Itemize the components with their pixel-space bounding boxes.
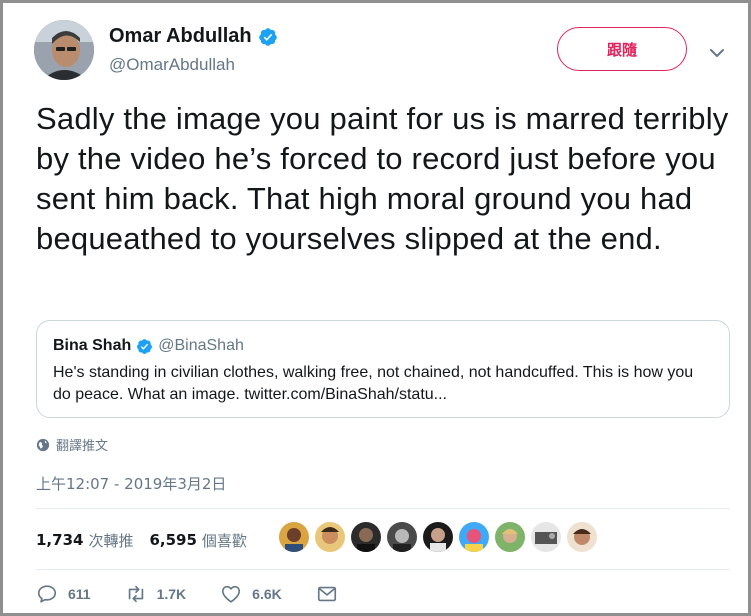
quoted-tweet-text: He's standing in civilian clothes, walki… — [53, 364, 694, 403]
author-avatar[interactable] — [34, 20, 94, 80]
tweet-card: Omar Abdullah @OmarAbdullah 跟隨 Sadly the… — [0, 0, 751, 616]
divider — [36, 508, 730, 509]
liker-avatar[interactable] — [531, 522, 561, 552]
liker-avatar[interactable] — [423, 522, 453, 552]
author-name[interactable]: Omar Abdullah — [109, 25, 278, 48]
liker-avatar[interactable] — [315, 522, 345, 552]
tweet-timestamp[interactable]: 上午12:07 - 2019年3月2日 — [36, 473, 226, 494]
like-count[interactable]: 6,595 — [149, 531, 196, 549]
reply-icon — [37, 585, 57, 603]
reply-button[interactable]: 611 — [36, 583, 91, 605]
quoted-author-handle: @BinaShah — [158, 337, 244, 354]
retweet-count[interactable]: 1,734 — [36, 531, 83, 549]
like-count-stat[interactable]: 6,595 個喜歡 — [149, 530, 246, 551]
retweet-button[interactable]: 1.7K — [125, 583, 187, 605]
retweet-count-stat[interactable]: 1,734 次轉推 — [36, 530, 133, 551]
liker-avatar[interactable] — [351, 522, 381, 552]
heart-icon — [222, 585, 241, 603]
direct-message-button[interactable] — [316, 583, 338, 605]
verified-badge-icon — [137, 338, 153, 354]
liker-avatar[interactable] — [387, 522, 417, 552]
like-action-count: 6.6K — [252, 586, 282, 602]
engagement-stats: 1,734 次轉推 6,595 個喜歡 — [36, 522, 263, 558]
like-count-label[interactable]: 個喜歡 — [202, 530, 247, 551]
retweet-icon — [128, 585, 143, 603]
translate-tweet-link[interactable]: 翻譯推文 — [36, 435, 108, 454]
like-button[interactable]: 6.6K — [220, 583, 282, 605]
retweet-action-count: 1.7K — [156, 586, 187, 602]
author-name-text[interactable]: Omar Abdullah — [109, 25, 252, 48]
liker-avatars — [279, 522, 597, 552]
tweet-text: Sadly the image you paint for us is marr… — [36, 101, 729, 256]
reply-count: 611 — [68, 586, 91, 602]
follow-button[interactable]: 跟隨 — [557, 27, 687, 71]
quoted-tweet[interactable]: Bina Shah @BinaShah He's standing in civ… — [36, 320, 730, 418]
globe-icon — [36, 438, 50, 451]
envelope-icon — [317, 586, 336, 602]
quoted-author-name: Bina Shah — [53, 337, 132, 354]
chevron-down-icon[interactable] — [707, 43, 727, 63]
liker-avatar[interactable] — [459, 522, 489, 552]
quoted-tweet-header: Bina Shah @BinaShah — [53, 337, 713, 355]
liker-avatar[interactable] — [567, 522, 597, 552]
divider — [36, 569, 730, 570]
translate-label[interactable]: 翻譯推文 — [56, 435, 108, 454]
author-handle[interactable]: @OmarAbdullah — [109, 55, 235, 75]
tweet-actions: 611 1.7K 6.6K — [36, 583, 372, 605]
liker-avatar[interactable] — [279, 522, 309, 552]
liker-avatar[interactable] — [495, 522, 525, 552]
verified-badge-icon — [258, 27, 277, 46]
retweet-count-label[interactable]: 次轉推 — [88, 530, 133, 551]
